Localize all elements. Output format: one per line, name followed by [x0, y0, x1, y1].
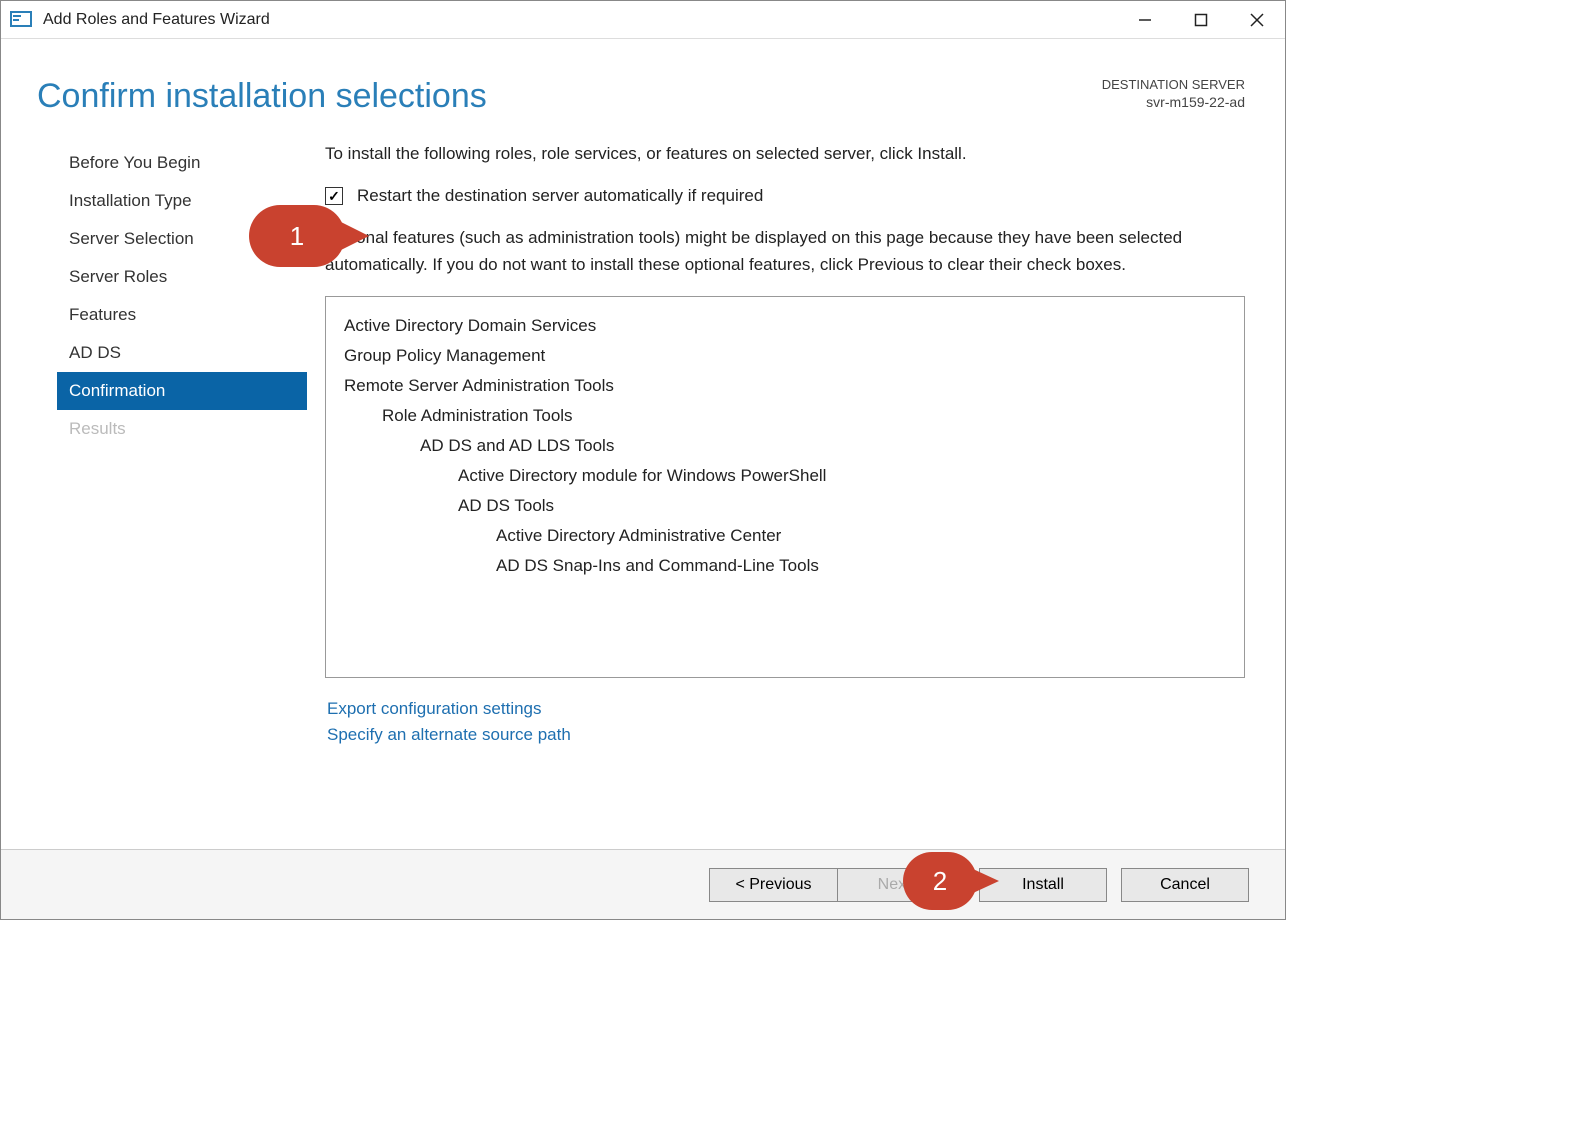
callout-2: 2 [903, 852, 977, 910]
sidebar-item-features[interactable]: Features [57, 296, 307, 334]
export-settings-link[interactable]: Export configuration settings [327, 696, 1243, 722]
previous-button[interactable]: < Previous [709, 868, 837, 902]
cancel-button[interactable]: Cancel [1121, 868, 1249, 902]
intro-text: To install the following roles, role ser… [325, 144, 1245, 164]
selection-item: Remote Server Administration Tools [344, 371, 1226, 401]
selection-item: Active Directory Administrative Center [344, 521, 1226, 551]
destination-block: DESTINATION SERVER svr-m159-22-ad [1102, 77, 1245, 110]
sidebar-item-before-you-begin[interactable]: Before You Begin [57, 144, 307, 182]
sidebar-item-confirmation[interactable]: Confirmation [57, 372, 307, 410]
titlebar-left: Add Roles and Features Wizard [1, 8, 270, 32]
destination-label: DESTINATION SERVER [1102, 77, 1245, 92]
window-controls [1117, 1, 1285, 39]
footer-bar: < Previous Next > Install Cancel [1, 849, 1285, 919]
callout-1: 1 [249, 205, 345, 267]
restart-checkbox[interactable]: ✓ [325, 187, 343, 205]
restart-checkbox-label: Restart the destination server automatic… [357, 186, 763, 206]
links-area: Export configuration settings Specify an… [325, 678, 1245, 748]
destination-value: svr-m159-22-ad [1102, 94, 1245, 110]
alternate-source-link[interactable]: Specify an alternate source path [327, 722, 1243, 748]
optional-text: Optional features (such as administratio… [325, 224, 1245, 278]
window-title: Add Roles and Features Wizard [43, 11, 270, 29]
selections-list: Active Directory Domain ServicesGroup Po… [325, 296, 1245, 678]
sidebar-item-results: Results [57, 410, 307, 448]
selection-item: Group Policy Management [344, 341, 1226, 371]
selection-item: Active Directory module for Windows Powe… [344, 461, 1226, 491]
titlebar: Add Roles and Features Wizard [1, 1, 1285, 39]
minimize-button[interactable] [1117, 1, 1173, 39]
maximize-button[interactable] [1173, 1, 1229, 39]
wizard-icon [9, 8, 33, 32]
sidebar-item-ad-ds[interactable]: AD DS [57, 334, 307, 372]
selection-item: Active Directory Domain Services [344, 311, 1226, 341]
selection-item: AD DS Snap-Ins and Command-Line Tools [344, 551, 1226, 581]
selection-item: Role Administration Tools [344, 401, 1226, 431]
restart-checkbox-row: ✓ Restart the destination server automat… [325, 186, 1245, 206]
close-button[interactable] [1229, 1, 1285, 39]
page-title: Confirm installation selections [37, 77, 487, 116]
selection-item: AD DS and AD LDS Tools [344, 431, 1226, 461]
selection-item: AD DS Tools [344, 491, 1226, 521]
body-area: Before You BeginInstallation TypeServer … [1, 116, 1285, 748]
main-content: To install the following roles, role ser… [325, 144, 1245, 748]
subheader: Confirm installation selections DESTINAT… [1, 39, 1285, 116]
